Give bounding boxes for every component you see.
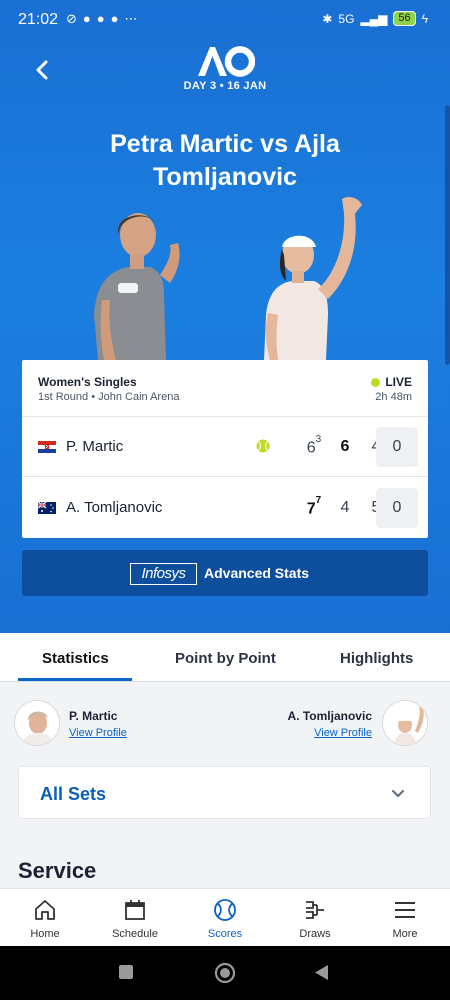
tab-point-by-point[interactable]: Point by Point — [175, 650, 276, 667]
round-venue: 1st Round • John Cain Arena — [38, 391, 180, 403]
infosys-logo: Infosys — [130, 563, 197, 585]
section-title: Service — [18, 858, 97, 883]
set-score: 6 — [340, 438, 350, 455]
avatar[interactable] — [14, 700, 60, 746]
match-tabs: Statistics Point by Point Highlights — [0, 633, 450, 682]
score-card-header: Women's Singles 1st Round • John Cain Ar… — [22, 360, 428, 417]
home-circle-icon[interactable] — [214, 962, 236, 984]
nav-more[interactable]: More — [360, 889, 450, 947]
player-one-compare-name: P. Martic — [69, 709, 118, 723]
croatia-flag-icon — [38, 441, 56, 453]
advanced-stats-button[interactable]: Infosys Advanced Stats — [22, 550, 428, 596]
calendar-icon — [125, 900, 145, 920]
event-name: Women's Singles — [38, 375, 137, 389]
day-label: DAY 3 • 16 JAN — [183, 80, 267, 92]
battery-indicator: 56 — [393, 11, 416, 26]
active-tab-indicator — [18, 678, 132, 681]
player-name: P. Martic — [66, 438, 124, 455]
player-two-photo — [264, 197, 362, 360]
score-card: Women's Singles 1st Round • John Cain Ar… — [22, 360, 428, 538]
nav-scores[interactable]: Scores — [180, 889, 270, 947]
scroll-indicator — [445, 105, 450, 365]
player-name: A. Tomljanovic — [66, 499, 163, 516]
player-one-photo — [94, 213, 180, 360]
live-dot-icon — [371, 377, 381, 387]
player-one-avatar-icon — [15, 701, 59, 745]
set-score: 4 — [340, 499, 350, 516]
network-label: 5G — [338, 11, 355, 26]
tennis-ball-icon — [214, 899, 236, 921]
chevron-down-icon — [392, 790, 404, 797]
player-score-row: P. Martic 63 6 4 0 — [22, 417, 428, 477]
tab-statistics[interactable]: Statistics — [42, 650, 109, 667]
nav-label: Home — [30, 928, 60, 940]
nav-label: More — [392, 928, 418, 940]
avatar[interactable] — [382, 700, 428, 746]
nav-label: Schedule — [112, 928, 158, 940]
advanced-stats-label: Advanced Stats — [204, 565, 310, 581]
match-duration: 2h 48m — [375, 391, 412, 403]
nav-label: Draws — [299, 928, 331, 940]
nav-label: Scores — [207, 928, 243, 940]
menu-icon — [395, 902, 415, 918]
nav-draws[interactable]: Draws — [270, 889, 360, 947]
game-points: 0 — [376, 427, 418, 467]
status-time: 21:02 — [18, 11, 59, 28]
tab-highlights[interactable]: Highlights — [340, 650, 413, 667]
signal-icon: ▂▄▆ — [360, 11, 388, 26]
player-one-view-profile-link[interactable]: View Profile — [69, 727, 127, 739]
game-points: 0 — [376, 488, 418, 528]
bluetooth-icon: ✱ — [322, 11, 333, 26]
player-score-row: A. Tomljanovic 77 4 5 0 — [22, 478, 428, 538]
live-label: LIVE — [385, 375, 412, 389]
nav-home[interactable]: Home — [0, 889, 90, 947]
match-title: Petra Martic vs Ajla Tomljanovic — [110, 130, 340, 191]
serving-ball-icon — [256, 439, 270, 453]
player-two-avatar-icon — [383, 701, 427, 745]
bracket-icon — [306, 901, 324, 919]
live-badge: LIVE — [371, 375, 412, 389]
status-bar: 21:02 ⊘●●●⋯ ✱ 5G ▂▄▆ 56 ϟ — [0, 0, 450, 40]
status-right: ✱ 5G ▂▄▆ 56 ϟ — [322, 11, 428, 26]
set-score: 63 — [306, 434, 322, 457]
australia-flag-icon — [38, 502, 56, 514]
recent-apps-icon[interactable] — [118, 964, 134, 980]
set-score: 77 — [306, 495, 322, 518]
match-hero: 21:02 ⊘●●●⋯ ✱ 5G ▂▄▆ 56 ϟ DAY 3 • 16 JAN… — [0, 0, 450, 633]
system-navigation-bar — [0, 946, 450, 1000]
notification-icons: ⊘●●●⋯ — [66, 11, 144, 26]
back-triangle-icon[interactable] — [313, 964, 329, 981]
sets-dropdown-value: All Sets — [40, 784, 107, 804]
sets-dropdown[interactable]: All Sets — [18, 766, 431, 819]
charging-icon: ϟ — [421, 11, 428, 26]
bottom-navigation: Home Schedule Scores Draws More — [0, 888, 450, 946]
screen: 21:02 ⊘●●●⋯ ✱ 5G ▂▄▆ 56 ϟ DAY 3 • 16 JAN… — [0, 0, 450, 1000]
home-icon — [35, 900, 55, 920]
ao-logo — [198, 46, 255, 77]
player-two-compare-name: A. Tomljanovic — [287, 709, 372, 723]
nav-schedule[interactable]: Schedule — [90, 889, 180, 947]
player-two-view-profile-link[interactable]: View Profile — [314, 727, 372, 739]
